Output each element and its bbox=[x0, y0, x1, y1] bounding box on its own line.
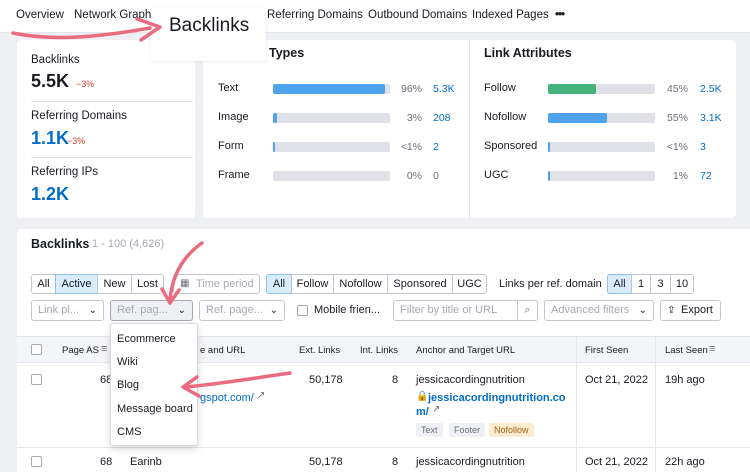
arrow-to-ref-page bbox=[168, 241, 204, 302]
arrow-to-blog bbox=[183, 371, 292, 389]
arrow-to-backlinks bbox=[11, 26, 152, 40]
annotation-arrows bbox=[11, 17, 292, 398]
